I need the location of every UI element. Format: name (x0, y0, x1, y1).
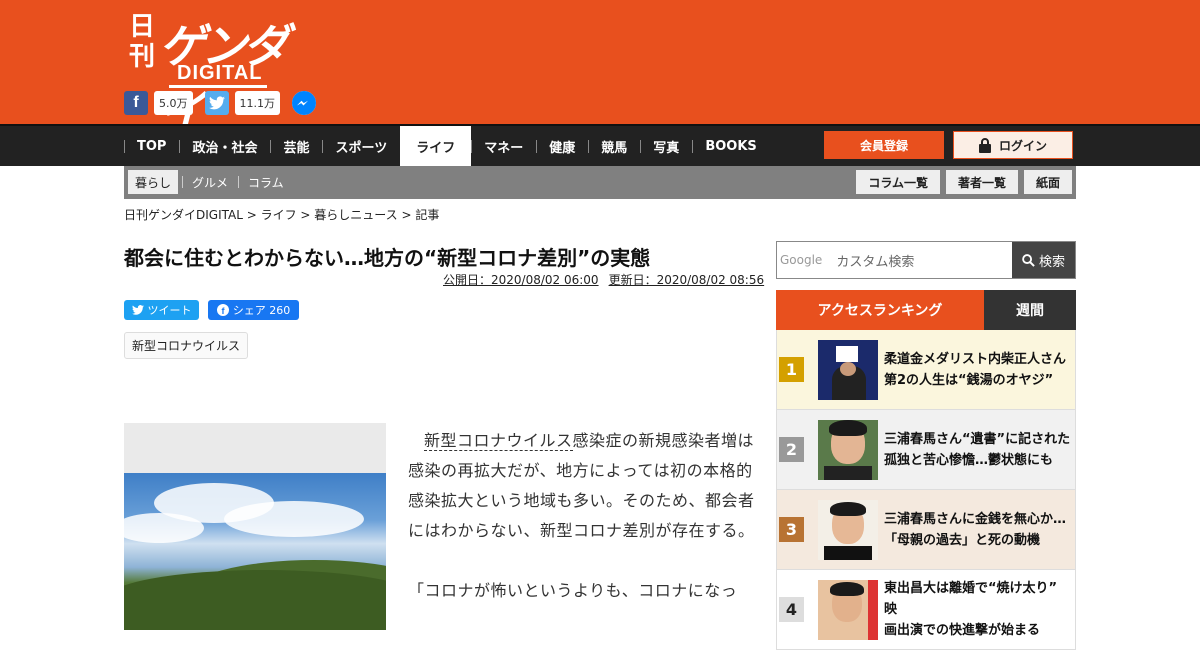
site-logo[interactable]: 日刊 ゲンダイ DIGITAL (125, 12, 305, 139)
ranking-item[interactable]: 2 三浦春馬さん“遺書”に記された 孤独と苦心惨憺…鬱状態にも (776, 410, 1076, 490)
subnav-button[interactable]: 紙面 (1023, 170, 1072, 194)
nav-item[interactable]: ライフ (400, 126, 472, 166)
logo-sub: DIGITAL (169, 62, 267, 88)
site-search: Google カスタム検索 検索 (776, 241, 1076, 279)
ranking-item[interactable]: 4 東出昌大は離婚で“焼け太り” 映画出演での快進撃が始まる (776, 570, 1076, 650)
social-counters: f 5.0万 11.1万 (124, 91, 316, 115)
login-label: ログイン (998, 138, 1047, 153)
paragraph-2: 「コロナが怖いというよりも、コロナになっ (408, 581, 738, 600)
search-icon (1022, 253, 1035, 267)
nav-item[interactable]: スポーツ (322, 126, 400, 166)
twitter-count: 11.1万 (234, 91, 280, 115)
share-label: シェア 260 (232, 304, 291, 317)
ranking-headline: 三浦春馬さんに金銭を無心か… 「母親の過去」と死の動機 (884, 511, 1067, 548)
ranking-item[interactable]: 3 三浦春馬さんに金銭を無心か… 「母親の過去」と死の動機 (776, 490, 1076, 570)
login-button[interactable]: ログイン (953, 131, 1073, 159)
article-dates: 公開日：2020/08/02 06:00 更新日：2020/08/02 08:56 (443, 271, 764, 288)
register-button[interactable]: 会員登録 (824, 131, 944, 159)
rank-number: 4 (779, 597, 804, 622)
article-body: 新型コロナウイルス感染症の新規感染者増は感染の再拡大だが、地方によっては初の本格… (408, 426, 758, 606)
subnav-item[interactable]: 暮らし (128, 170, 179, 194)
ranking-thumbnail (818, 579, 878, 640)
nav-item[interactable]: TOP (124, 126, 179, 166)
nav-item[interactable]: 競馬 (588, 126, 640, 166)
article-title: 都会に住むとわからない…地方の“新型コロナ差別”の実態 (124, 246, 651, 270)
covid-link[interactable]: 新型コロナウイルス (424, 431, 573, 451)
search-placeholder: カスタム検索 (836, 254, 915, 270)
logo-kanji: 日刊 (129, 12, 156, 72)
subnav-item[interactable]: グルメ (182, 174, 238, 191)
facebook-share-button[interactable]: f シェア 260 (208, 300, 299, 320)
rank-number: 3 (779, 517, 804, 542)
twitter-icon[interactable] (204, 91, 229, 115)
search-button-label: 検索 (1038, 254, 1065, 270)
landscape-image (124, 473, 386, 630)
subnav-item[interactable]: コラム (238, 174, 294, 191)
ranking-headline: 三浦春馬さん“遺書”に記された 孤独と苦心惨憺…鬱状態にも (884, 431, 1071, 468)
ranking-tab-weekly[interactable]: 週間 (984, 290, 1076, 330)
nav-item[interactable]: 政治・社会 (179, 126, 270, 166)
rank-number: 1 (779, 357, 804, 382)
ranking-thumbnail (818, 499, 878, 560)
nav-item[interactable]: BOOKS (692, 126, 769, 166)
ranking-item[interactable]: 1 柔道金メダリスト内柴正人さん 第2の人生は“銭湯のオヤジ” (776, 330, 1076, 410)
facebook-count: 5.0万 (154, 91, 193, 115)
site-header: 日刊 ゲンダイ DIGITAL f 5.0万 11.1万 (0, 0, 1200, 139)
ranking-thumbnail (818, 419, 878, 480)
nav-item[interactable]: 写真 (640, 126, 692, 166)
nav-item[interactable]: 芸能 (270, 126, 322, 166)
share-bar: ツイート f シェア 260 (124, 300, 299, 320)
ranking-header: アクセスランキング 週間 (776, 290, 1076, 330)
facebook-icon[interactable]: f (124, 91, 148, 115)
twitter-bird-icon (131, 305, 144, 315)
subnav-button[interactable]: 著者一覧 (945, 170, 1018, 194)
ranking-headline: 柔道金メダリスト内柴正人さん 第2の人生は“銭湯のオヤジ” (884, 351, 1067, 388)
topic-tag[interactable]: 新型コロナウイルス (124, 332, 249, 359)
tweet-label: ツイート (147, 304, 192, 317)
main-nav: TOP 政治・社会 芸能 スポーツ ライフ マネー 健康 競馬 写真 BOOKS 会員登録 ログイ… (0, 124, 1200, 166)
updated-date: 更新日：2020/08/02 08:56 (608, 273, 765, 287)
breadcrumb[interactable]: 日刊ゲンダイDIGITAL > ライフ > 暮らしニュース > 記事 (124, 206, 439, 223)
ranking-tab-access[interactable]: アクセスランキング (776, 290, 984, 330)
search-input[interactable]: Google カスタム検索 (777, 242, 1012, 278)
paragraph-1: 新型コロナウイルス感染症の新規感染者増は感染の再拡大だが、地方によっては初の本格… (408, 426, 758, 546)
subnav-button[interactable]: コラム一覧 (856, 170, 940, 194)
nav-item[interactable]: 健康 (536, 126, 588, 166)
tweet-button[interactable]: ツイート (124, 300, 199, 320)
lock-icon (978, 137, 991, 153)
ranking-thumbnail (818, 339, 878, 400)
article-photo (124, 423, 386, 630)
facebook-icon: f (216, 304, 229, 316)
nav-item[interactable]: マネー (471, 126, 536, 166)
ranking-headline: 東出昌大は離婚で“焼け太り” 映画出演での快進撃が始まる (884, 581, 1058, 638)
rank-number: 2 (779, 437, 804, 462)
ranking-list: 1 柔道金メダリスト内柴正人さん 第2の人生は“銭湯のオヤジ” 2 三浦春馬さん“遺書”… (776, 330, 1076, 650)
published-date: 公開日：2020/08/02 06:00 (443, 273, 599, 287)
sub-nav: 暮らし グルメ コラム コラム一覧 著者一覧 紙面 (124, 166, 1076, 199)
google-label: Google (780, 253, 823, 267)
messenger-icon[interactable] (292, 91, 316, 115)
search-button[interactable]: 検索 (1012, 242, 1075, 278)
